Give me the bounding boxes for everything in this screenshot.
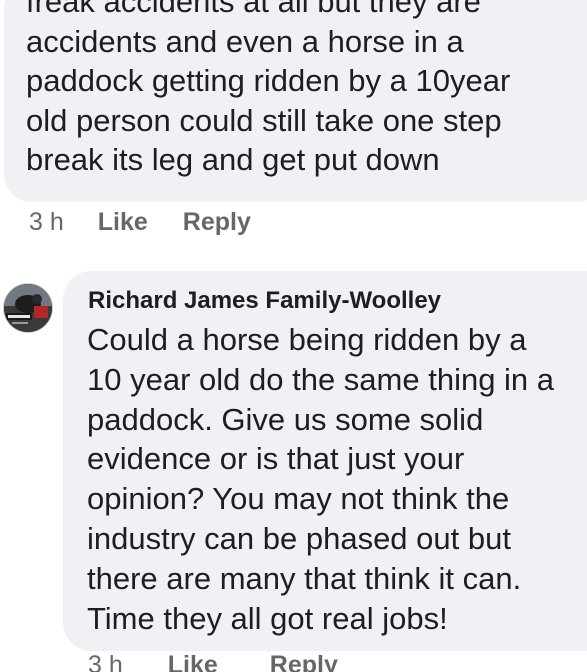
like-button[interactable]: Like xyxy=(168,651,218,672)
comment-text-line: opinion? You may not think the xyxy=(87,481,510,517)
comment-text-line: paddock. Give us some solid xyxy=(87,401,484,437)
comment-actions: 3 h Like Reply xyxy=(88,651,338,672)
comment-text: freak accidents at all but they are acci… xyxy=(26,0,586,180)
comment-text-line: Time they all got real jobs! xyxy=(87,600,448,636)
comment-author-name[interactable]: Richard James Family-Woolley xyxy=(88,287,441,315)
profile-avatar-icon[interactable] xyxy=(3,283,53,333)
avatar-image xyxy=(4,284,52,332)
comment-text-line: 10 year old do the same thing in a xyxy=(87,361,555,397)
comment-text-line: break its leg and get put down xyxy=(26,142,440,177)
comment-text: Could a horse being ridden by a 10 year … xyxy=(87,320,585,638)
comment-text-line: there are many that think it can. xyxy=(87,560,522,596)
like-button[interactable]: Like xyxy=(98,208,148,237)
comment-text-line: accidents and even a horse in a xyxy=(26,23,464,59)
comment-text-line: old person could still take one step xyxy=(26,102,502,138)
comment-timestamp[interactable]: 3 h xyxy=(88,651,123,672)
comment-text-line: Could a horse being ridden by a xyxy=(87,322,527,357)
comment-thread: freak accidents at all but they are acci… xyxy=(0,0,587,672)
comment-text-line: freak accidents at all but they are xyxy=(26,0,481,19)
comment-timestamp[interactable]: 3 h xyxy=(29,208,64,237)
comment-text-line: evidence or is that just your xyxy=(87,441,465,477)
comment-text-line: industry can be phased out but xyxy=(87,520,511,556)
comment-actions: 3 h Like Reply xyxy=(29,208,251,237)
comment-text-line: paddock getting ridden by a 10year xyxy=(26,63,511,98)
reply-button[interactable]: Reply xyxy=(270,651,338,672)
reply-button[interactable]: Reply xyxy=(183,208,251,237)
